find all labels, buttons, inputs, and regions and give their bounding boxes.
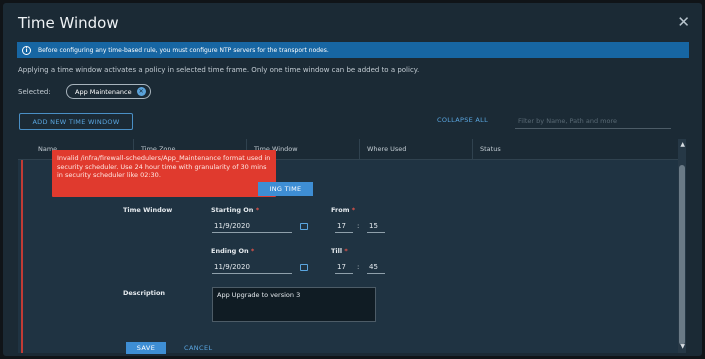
save-button[interactable]: SAVE xyxy=(126,342,166,354)
ending-on-input[interactable]: 11/9/2020 xyxy=(212,259,292,274)
grid-scrollbar[interactable]: ▲ ▼ xyxy=(678,139,686,353)
calendar-icon[interactable] xyxy=(300,264,308,271)
starting-on-label: Starting On * xyxy=(211,206,260,214)
from-hour-input[interactable]: 17 xyxy=(335,218,353,233)
calendar-icon[interactable] xyxy=(300,223,308,230)
dialog-title: Time Window xyxy=(18,14,119,32)
remove-chip-icon[interactable]: ✕ xyxy=(136,87,146,96)
till-label: Till * xyxy=(331,247,348,255)
time-window-dialog: Time Window ✕ i Before configuring any t… xyxy=(3,3,702,356)
info-icon: i xyxy=(22,45,31,55)
scroll-down-icon[interactable]: ▼ xyxy=(680,343,685,350)
description-textarea[interactable]: App Upgrade to version 3 xyxy=(212,287,376,322)
header-status[interactable]: Status xyxy=(472,139,586,159)
row-error-indicator xyxy=(21,160,23,353)
collapse-all-link[interactable]: COLLAPSE ALL xyxy=(437,116,488,124)
chip-label: App Maintenance xyxy=(75,87,132,96)
header-spacer xyxy=(18,139,31,159)
time-separator: : xyxy=(357,263,360,271)
time-window-label: Time Window xyxy=(123,206,173,214)
banner-text: Before configuring any time-based rule, … xyxy=(38,46,329,54)
scroll-up-icon[interactable]: ▲ xyxy=(680,141,685,148)
required-mark: * xyxy=(344,247,348,255)
required-mark: * xyxy=(351,206,356,214)
scroll-thumb[interactable] xyxy=(679,165,685,345)
error-tooltip: Invalid /infra/firewall-schedulers/App_M… xyxy=(52,150,276,197)
filter-input[interactable]: Filter by Name, Path and more xyxy=(515,112,671,129)
cancel-button[interactable]: CANCEL xyxy=(184,344,213,352)
selected-label: Selected: xyxy=(18,88,51,96)
description-label: Description xyxy=(123,289,166,297)
till-hour-input[interactable]: 17 xyxy=(335,259,353,274)
description-text: Applying a time window activates a polic… xyxy=(18,66,420,74)
starting-on-input[interactable]: 11/9/2020 xyxy=(212,218,292,233)
time-zone-button[interactable]: ING TIME xyxy=(258,182,313,196)
close-icon[interactable]: ✕ xyxy=(677,13,690,31)
time-separator: : xyxy=(357,222,360,230)
add-new-time-window-button[interactable]: ADD NEW TIME WINDOW xyxy=(19,113,133,130)
required-mark: * xyxy=(250,247,255,255)
selected-chip: App Maintenance ✕ xyxy=(66,84,151,99)
ntp-info-banner: i Before configuring any time-based rule… xyxy=(17,42,689,58)
ending-on-label: Ending On * xyxy=(211,247,255,255)
from-minute-input[interactable]: 15 xyxy=(367,218,385,233)
till-minute-input[interactable]: 45 xyxy=(367,259,385,274)
required-mark: * xyxy=(255,206,260,214)
from-label: From * xyxy=(331,206,356,214)
header-where-used[interactable]: Where Used xyxy=(359,139,472,159)
